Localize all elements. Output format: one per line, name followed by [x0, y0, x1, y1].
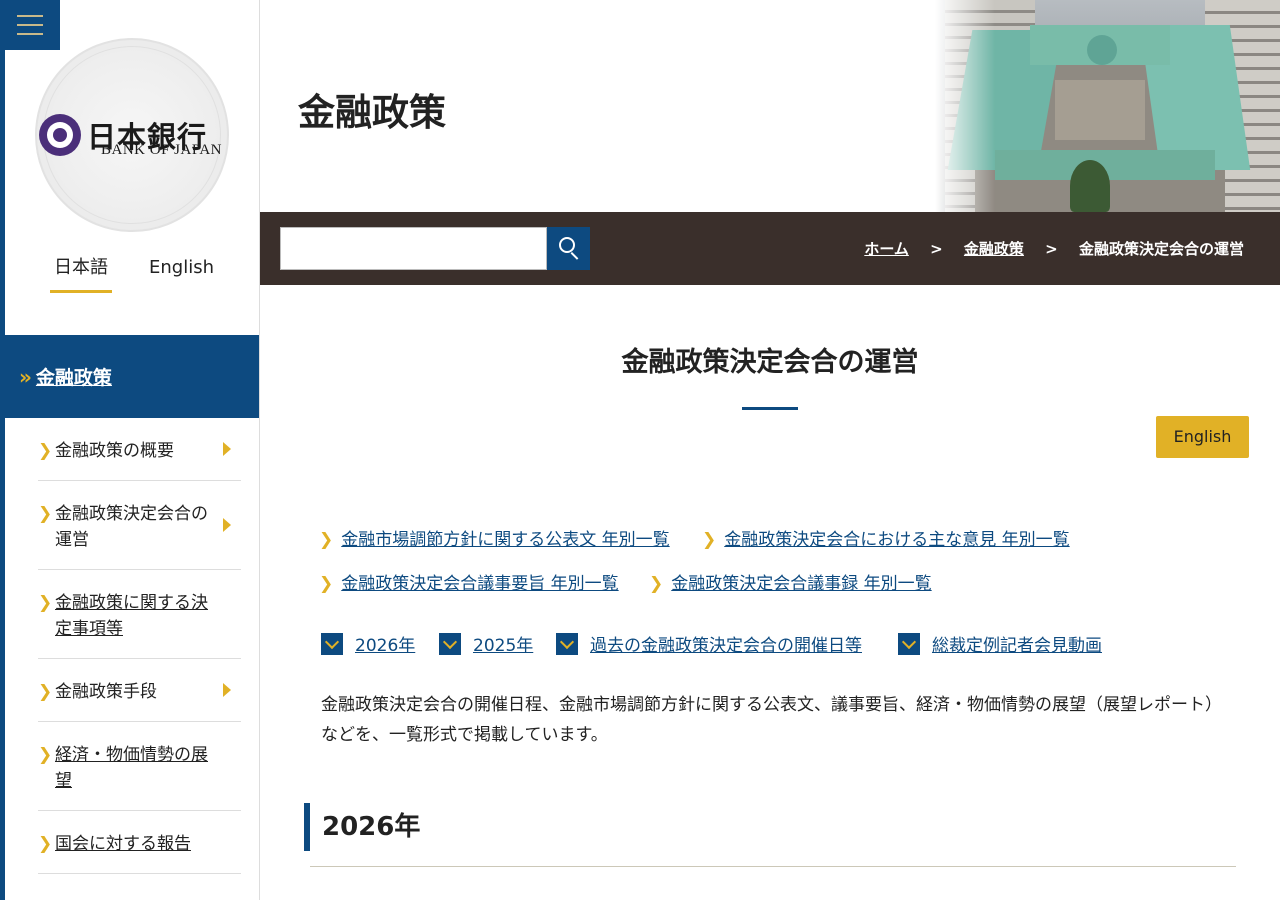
breadcrumb-separator: >: [1045, 240, 1058, 258]
chevron-down-icon: [556, 632, 578, 655]
bank-of-japan-logo[interactable]: 日本銀行 BANK OF JAPAN: [35, 38, 229, 232]
search-bar: ホーム > 金融政策 > 金融政策決定会合の運営: [260, 212, 1280, 285]
sidebar-section-link[interactable]: 金融政策: [36, 363, 112, 390]
breadcrumb-current: 金融政策決定会合の運営: [1078, 240, 1244, 258]
expand-arrow-icon[interactable]: [223, 683, 231, 697]
sidebar-section-header: » 金融政策: [5, 335, 259, 418]
sidebar-item-label: 経済・物価情勢の展望: [55, 745, 208, 791]
chevron-down-icon: [439, 632, 461, 655]
sidebar-item-overview[interactable]: ❯ 金融政策の概要: [38, 418, 241, 481]
search-icon: [559, 237, 575, 253]
hamburger-icon-line: [17, 24, 43, 26]
expand-arrow-icon[interactable]: [223, 518, 231, 532]
anchor-link-press-videos[interactable]: 総裁定例記者会見動画: [898, 631, 1102, 656]
chevron-right-icon: ❯: [319, 574, 334, 594]
language-tabs: 日本語 English: [50, 255, 240, 295]
page-title: 金融政策: [298, 90, 446, 134]
chevron-right-icon: ❯: [38, 441, 53, 461]
chevron-right-icon: ❯: [38, 593, 53, 613]
quick-link-minutes[interactable]: ❯ 金融政策決定会合議事録 年別一覧: [649, 569, 932, 594]
title-underline: [742, 407, 798, 410]
expand-arrow-icon[interactable]: [223, 442, 231, 456]
sidebar-item-meeting-operation[interactable]: ❯ 金融政策決定会合の運営: [38, 481, 241, 570]
search-button[interactable]: [547, 227, 590, 270]
emblem-icon: [39, 114, 81, 156]
sidebar-item-label: 金融政策手段: [55, 682, 157, 702]
chevron-right-icon: ❯: [702, 530, 717, 550]
section-divider: [310, 866, 1236, 867]
chevron-right-icon: ❯: [649, 574, 664, 594]
chevron-down-icon: [321, 632, 343, 655]
chevron-right-icon: ❯: [38, 745, 53, 765]
sidebar-item-label: 国会に対する報告: [55, 834, 191, 854]
sidebar-item-decisions[interactable]: ❯ 金融政策に関する決定事項等: [38, 570, 241, 659]
logo-text-en: BANK OF JAPAN: [101, 142, 222, 158]
breadcrumb-section[interactable]: 金融政策: [964, 240, 1024, 258]
intro-text: 金融政策決定会合の開催日程、金融市場調節方針に関する公表文、議事要旨、経済・物価…: [321, 695, 1222, 745]
double-chevron-icon: »: [19, 364, 32, 389]
breadcrumb: ホーム > 金融政策 > 金融政策決定会合の運営: [864, 238, 1244, 259]
sidebar: 日本銀行 BANK OF JAPAN 日本語 English » 金融政策 ❯ …: [0, 0, 260, 900]
menu-button[interactable]: [0, 0, 60, 50]
language-tab-english[interactable]: English: [149, 255, 214, 293]
quick-link-minutes-summary[interactable]: ❯ 金融政策決定会合議事要旨 年別一覧: [319, 569, 619, 594]
quick-link-statements[interactable]: ❯ 金融市場調節方針に関する公表文 年別一覧: [319, 525, 670, 550]
chevron-right-icon: ❯: [319, 530, 334, 550]
sidebar-item-label: 金融政策の概要: [55, 441, 174, 461]
chevron-down-icon: [898, 632, 920, 655]
breadcrumb-separator: >: [930, 240, 943, 258]
breadcrumb-home[interactable]: ホーム: [864, 240, 909, 258]
sidebar-item-diet-report[interactable]: ❯ 国会に対する報告: [38, 811, 241, 874]
content-title: 金融政策決定会合の運営: [621, 347, 919, 378]
sidebar-item-instruments[interactable]: ❯ 金融政策手段: [38, 659, 241, 722]
sidebar-list: ❯ 金融政策の概要 ❯ 金融政策決定会合の運営 ❯ 金融政策に関する決定事項等 …: [38, 418, 241, 874]
hamburger-icon-line: [17, 15, 43, 17]
chevron-right-icon: ❯: [38, 682, 53, 702]
sidebar-item-label: 金融政策に関する決定事項等: [55, 593, 208, 639]
anchor-link-2025[interactable]: 2025年: [439, 631, 533, 656]
hero-image: [935, 0, 1280, 212]
sidebar-item-outlook[interactable]: ❯ 経済・物価情勢の展望: [38, 722, 241, 811]
chevron-right-icon: ❯: [38, 504, 53, 524]
search-input[interactable]: [280, 227, 547, 270]
quick-link-opinions[interactable]: ❯ 金融政策決定会合における主な意見 年別一覧: [702, 525, 1070, 550]
sidebar-stripe: [0, 0, 5, 900]
anchor-link-2026[interactable]: 2026年: [321, 631, 415, 656]
anchor-link-past-meetings[interactable]: 過去の金融政策決定会合の開催日等: [556, 631, 862, 656]
chevron-right-icon: ❯: [38, 834, 53, 854]
year-heading: 2026年: [304, 803, 420, 851]
sidebar-item-label: 金融政策決定会合の運営: [55, 504, 208, 550]
language-tab-japanese[interactable]: 日本語: [50, 255, 112, 293]
english-button[interactable]: English: [1156, 416, 1249, 458]
hamburger-icon-line: [17, 33, 43, 35]
